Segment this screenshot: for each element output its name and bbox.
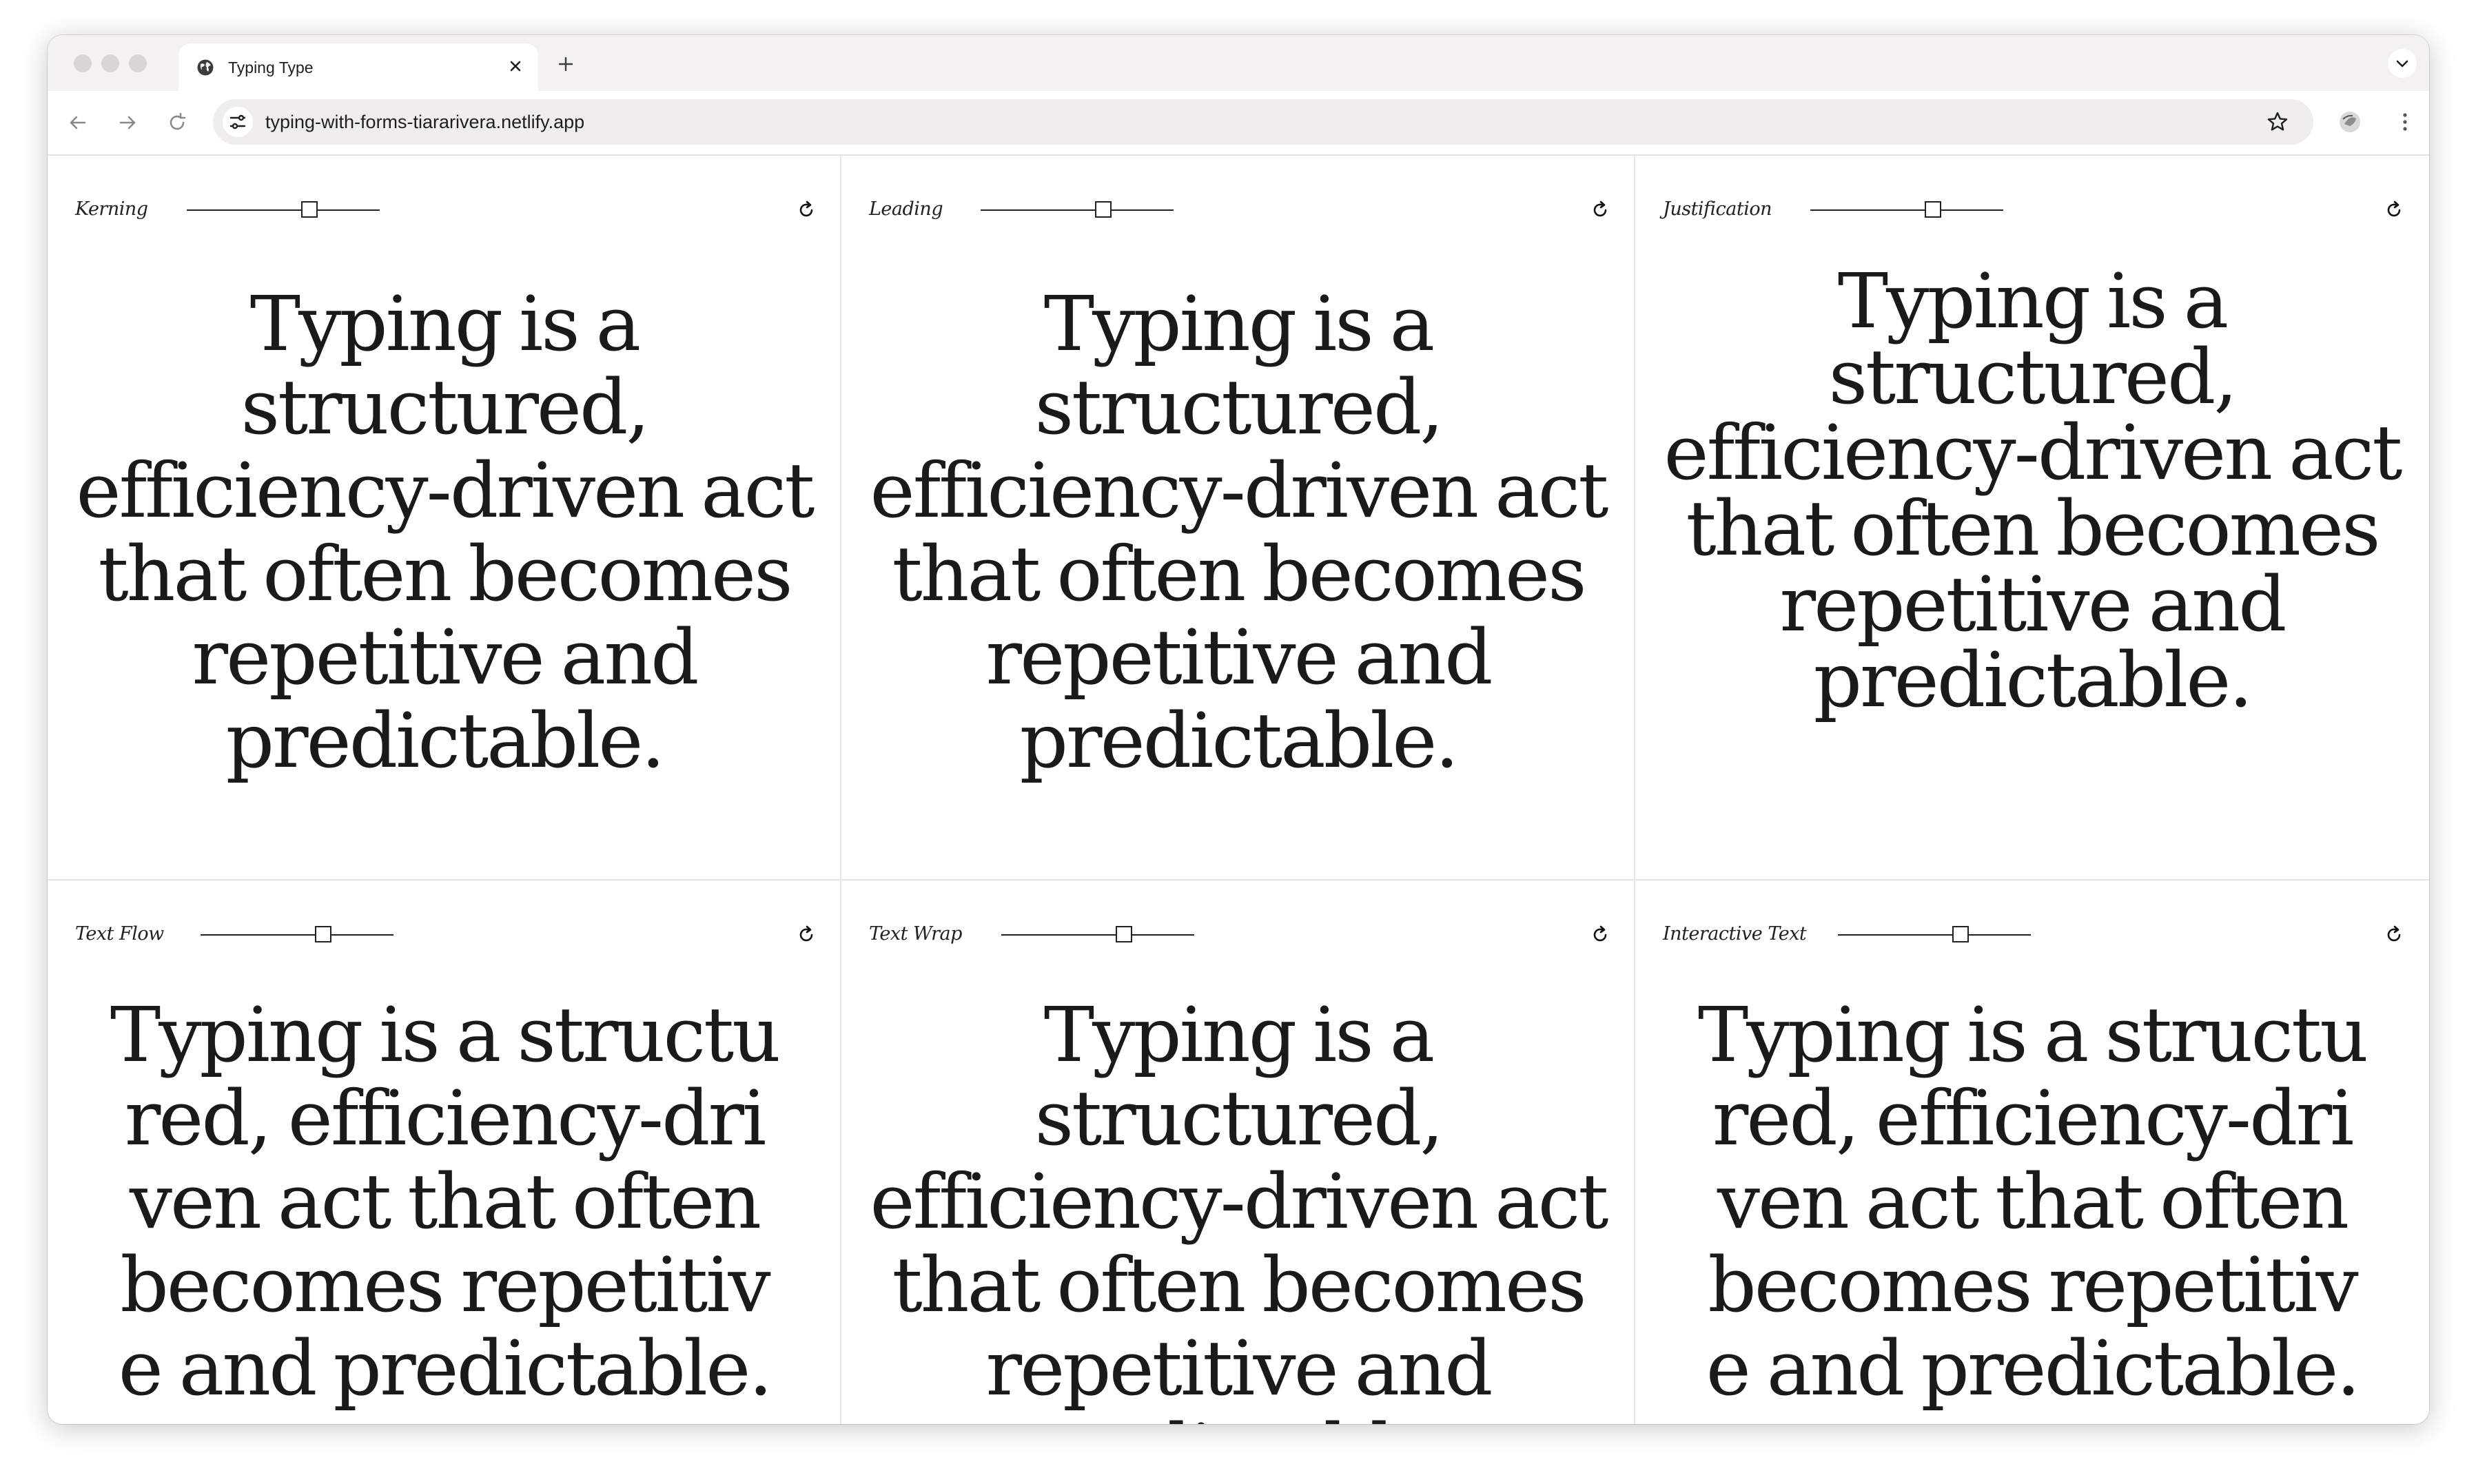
leading-slider[interactable]	[981, 201, 1174, 218]
globe-icon	[197, 59, 214, 76]
interactive-text-slider[interactable]	[1838, 926, 2031, 942]
reset-icon[interactable]	[1589, 923, 1611, 945]
slider-thumb[interactable]	[1095, 201, 1112, 218]
panel-label: Leading	[869, 198, 943, 220]
window-maximize-control[interactable]	[129, 54, 147, 72]
address-bar[interactable]: typing-with-forms-tiararivera.netlify.ap…	[213, 99, 2313, 145]
slider-thumb[interactable]	[1925, 201, 1941, 218]
panel-label: Text Flow	[75, 923, 164, 945]
star-icon[interactable]	[2265, 110, 2290, 134]
kerning-slider[interactable]	[187, 201, 380, 218]
reset-icon[interactable]	[2383, 923, 2405, 945]
reload-icon[interactable]	[163, 109, 191, 136]
text-flow-panel: Text Flow Typing is a structu red, effic…	[48, 880, 841, 1424]
text-flow-slider[interactable]	[201, 926, 393, 942]
window-minimize-control[interactable]	[101, 54, 119, 72]
more-vertical-icon[interactable]	[2391, 107, 2419, 136]
panel-label: Interactive Text	[1663, 923, 1807, 945]
reset-icon[interactable]	[1589, 198, 1611, 220]
browser-window: Typing Type typing-with-forms-tiarariver…	[48, 35, 2429, 1424]
sample-text: Typing is a structured, efficiency-drive…	[1664, 257, 2403, 724]
reset-icon[interactable]	[795, 198, 817, 220]
extension-icon[interactable]	[2335, 107, 2364, 136]
reset-icon[interactable]	[2383, 198, 2405, 220]
forward-arrow-icon[interactable]	[114, 109, 141, 136]
tune-icon	[229, 114, 246, 130]
tab-title: Typing Type	[228, 59, 314, 76]
slider-thumb[interactable]	[1116, 926, 1132, 942]
close-icon[interactable]	[504, 54, 527, 78]
sample-text: Typing is a structu red, efficiency-dri …	[110, 991, 781, 1412]
tab-strip: Typing Type	[48, 35, 2429, 91]
back-arrow-icon[interactable]	[64, 109, 92, 136]
text-wrap-slider[interactable]	[1001, 926, 1194, 942]
slider-thumb[interactable]	[1952, 926, 1969, 942]
text-wrap-panel: Text Wrap Typing is a structured, effici…	[841, 880, 1635, 1424]
tab-search-button[interactable]	[2388, 49, 2417, 78]
page-content: Kerning Typing is a structured, efficien…	[48, 156, 2429, 1424]
panel-label: Justification	[1663, 198, 1772, 220]
justification-panel: Justification Typing is a structured, ef…	[1635, 156, 2429, 880]
panel-label: Kerning	[75, 198, 148, 220]
sample-text[interactable]: Typing is a structu red, efficiency-dri …	[1656, 993, 2408, 1410]
sample-text: Typing is a structured, efficiency-drive…	[870, 991, 1609, 1425]
browser-toolbar: typing-with-forms-tiararivera.netlify.ap…	[48, 91, 2429, 156]
justification-slider[interactable]	[1810, 201, 2003, 218]
chevron-down-icon	[2396, 60, 2408, 68]
kerning-panel: Kerning Typing is a structured, efficien…	[48, 156, 841, 880]
sample-text: Typing is a structured, efficiency-drive…	[76, 280, 815, 785]
reset-icon[interactable]	[795, 923, 817, 945]
url-text: typing-with-forms-tiararivera.netlify.ap…	[265, 112, 585, 132]
interactive-text-panel: Interactive Text Typing is a structu red…	[1635, 880, 2429, 1424]
plus-icon[interactable]	[555, 53, 577, 75]
slider-thumb[interactable]	[315, 926, 331, 942]
browser-tab[interactable]: Typing Type	[178, 43, 538, 91]
panel-label: Text Wrap	[869, 923, 962, 945]
site-info-button[interactable]	[223, 107, 253, 137]
window-close-control[interactable]	[74, 54, 92, 72]
sample-text: Typing is a structured, efficiency-drive…	[870, 280, 1609, 785]
leading-panel: Leading Typing is a structured, efficien…	[841, 156, 1635, 880]
slider-thumb[interactable]	[301, 201, 318, 218]
